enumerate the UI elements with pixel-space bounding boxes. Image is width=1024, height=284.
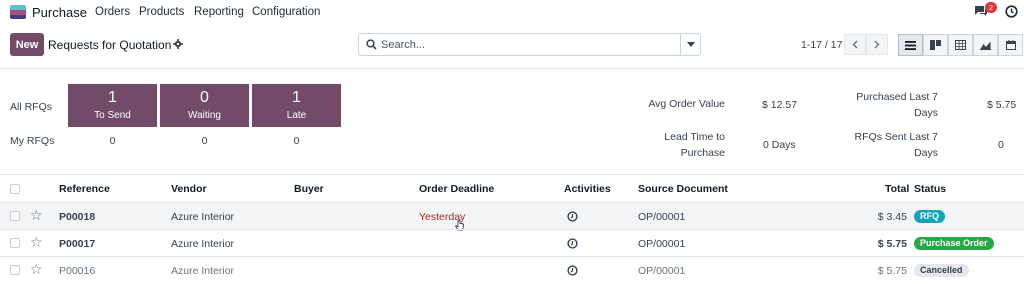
search-input[interactable] <box>381 37 671 52</box>
cell-source-document: OP/00001 <box>638 211 686 223</box>
menu-orders[interactable]: Orders <box>95 6 130 18</box>
purchased-last7-value: $ 5.75 <box>987 99 1017 111</box>
calendar-view-icon <box>1005 40 1016 50</box>
purchased-last7-label: Purchased Last 7 Days <box>820 89 938 121</box>
tile-count: 0 <box>200 89 209 106</box>
clock-icon[interactable] <box>1005 5 1018 18</box>
activity-clock-icon[interactable] <box>567 238 578 249</box>
activity-clock-icon[interactable] <box>567 265 578 276</box>
dashboard-top-divider <box>0 68 1024 69</box>
menu-configuration[interactable]: Configuration <box>252 6 320 18</box>
table-row[interactable]: ☆ P00016 Azure Interior OP/00001 $ 5.75 … <box>0 256 1024 283</box>
pager-previous-button[interactable] <box>844 34 866 55</box>
table-top-divider <box>0 174 1024 175</box>
avg-order-value: $ 12.57 <box>762 99 798 111</box>
row-checkbox[interactable] <box>10 211 20 221</box>
label-line: Lead Time to <box>664 131 725 143</box>
star-icon[interactable]: ☆ <box>30 262 43 276</box>
menu-reporting[interactable]: Reporting <box>194 6 244 18</box>
select-all-checkbox[interactable] <box>10 184 20 194</box>
status-badge: Purchase Order <box>914 237 994 250</box>
column-header-status[interactable]: Status <box>914 183 946 195</box>
view-list-button[interactable] <box>898 34 923 56</box>
column-header-buyer[interactable]: Buyer <box>294 183 324 195</box>
menu-products[interactable]: Products <box>139 6 184 18</box>
rfqs-sent-value: 0 <box>998 139 1004 151</box>
cell-reference: P00017 <box>59 238 96 250</box>
cell-source-document: OP/00001 <box>638 238 686 250</box>
rfqs-sent-label: RFQs Sent Last 7 Days <box>820 129 938 161</box>
view-kanban-button[interactable] <box>923 34 948 56</box>
top-navbar: Purchase Orders Products Reporting Confi… <box>0 0 1024 25</box>
column-header-order-deadline[interactable]: Order Deadline <box>419 183 494 195</box>
my-late-value[interactable]: 0 <box>252 135 341 147</box>
label-line: RFQs Sent Last 7 <box>854 131 938 143</box>
lead-time-value: 0 Days <box>763 139 796 151</box>
pager-value[interactable]: 1-17 / 17 <box>801 39 842 51</box>
tile-late[interactable]: 1 Late <box>252 84 341 127</box>
new-button[interactable]: New <box>10 33 44 56</box>
search-box[interactable] <box>358 33 701 56</box>
table-row[interactable]: ☆ P00017 Azure Interior OP/00001 $ 5.75 … <box>0 229 1024 256</box>
gear-icon[interactable] <box>173 39 183 49</box>
list-view-icon <box>905 40 916 50</box>
my-to-send-value[interactable]: 0 <box>68 135 157 147</box>
apps-logo-icon[interactable] <box>10 5 26 19</box>
cell-vendor: Azure Interior <box>171 265 235 277</box>
my-waiting-value[interactable]: 0 <box>160 135 249 147</box>
column-header-vendor[interactable]: Vendor <box>171 183 207 195</box>
label-line: Days <box>914 107 938 119</box>
column-header-activities[interactable]: Activities <box>564 183 611 195</box>
chevron-left-icon <box>852 40 858 49</box>
view-calendar-button[interactable] <box>998 34 1023 56</box>
cell-reference: P00018 <box>59 211 96 223</box>
graph-view-icon <box>980 41 991 50</box>
cell-reference: P00016 <box>59 265 96 277</box>
tile-label: Late <box>286 110 307 121</box>
page-title: Requests for Quotation <box>48 38 172 52</box>
chat-count-badge: 2 <box>985 2 997 13</box>
app-name[interactable]: Purchase <box>32 5 87 20</box>
label-line: Purchase <box>680 147 725 159</box>
tile-waiting[interactable]: 0 Waiting <box>160 84 249 127</box>
row-checkbox[interactable] <box>10 265 20 275</box>
label-line: Purchased Last 7 <box>856 91 938 103</box>
tile-label: Waiting <box>188 110 221 121</box>
search-icon <box>366 39 377 50</box>
caret-down-icon <box>686 42 695 47</box>
status-badge: RFQ <box>914 210 945 223</box>
search-options-toggle[interactable] <box>680 34 700 55</box>
tile-label: To Send <box>94 110 131 121</box>
avg-order-value-label: Avg Order Value <box>648 98 725 110</box>
star-icon[interactable]: ☆ <box>30 235 43 249</box>
view-pivot-button[interactable] <box>948 34 973 56</box>
row-checkbox[interactable] <box>10 238 20 248</box>
tile-count: 1 <box>108 89 117 106</box>
cell-source-document: OP/00001 <box>638 265 686 277</box>
status-badge: Cancelled <box>914 264 969 277</box>
column-header-source-document[interactable]: Source Document <box>638 183 728 195</box>
label-line: Days <box>914 147 938 159</box>
cell-total: $ 5.75 <box>877 238 907 250</box>
chevron-right-icon <box>874 40 880 49</box>
activity-clock-icon[interactable] <box>567 211 578 222</box>
cell-vendor: Azure Interior <box>171 211 235 223</box>
star-icon[interactable]: ☆ <box>30 208 43 222</box>
kanban-view-icon <box>930 40 941 50</box>
tile-count: 1 <box>292 89 301 106</box>
lead-time-label: Lead Time to Purchase <box>625 129 725 161</box>
cell-total: $ 5.75 <box>877 265 907 277</box>
table-row[interactable]: ☆ P00018 Azure Interior Yesterday OP/000… <box>0 202 1024 229</box>
cell-total: $ 3.45 <box>877 211 907 223</box>
cell-vendor: Azure Interior <box>171 238 235 250</box>
all-rfqs-label: All RFQs <box>10 101 52 113</box>
pivot-grid-icon <box>955 40 966 50</box>
column-header-reference[interactable]: Reference <box>59 183 110 195</box>
view-graph-button[interactable] <box>973 34 998 56</box>
tile-to-send[interactable]: 1 To Send <box>68 84 157 127</box>
pager-next-button[interactable] <box>866 34 888 55</box>
column-header-total[interactable]: Total <box>885 183 909 195</box>
my-rfqs-label: My RFQs <box>10 135 55 147</box>
